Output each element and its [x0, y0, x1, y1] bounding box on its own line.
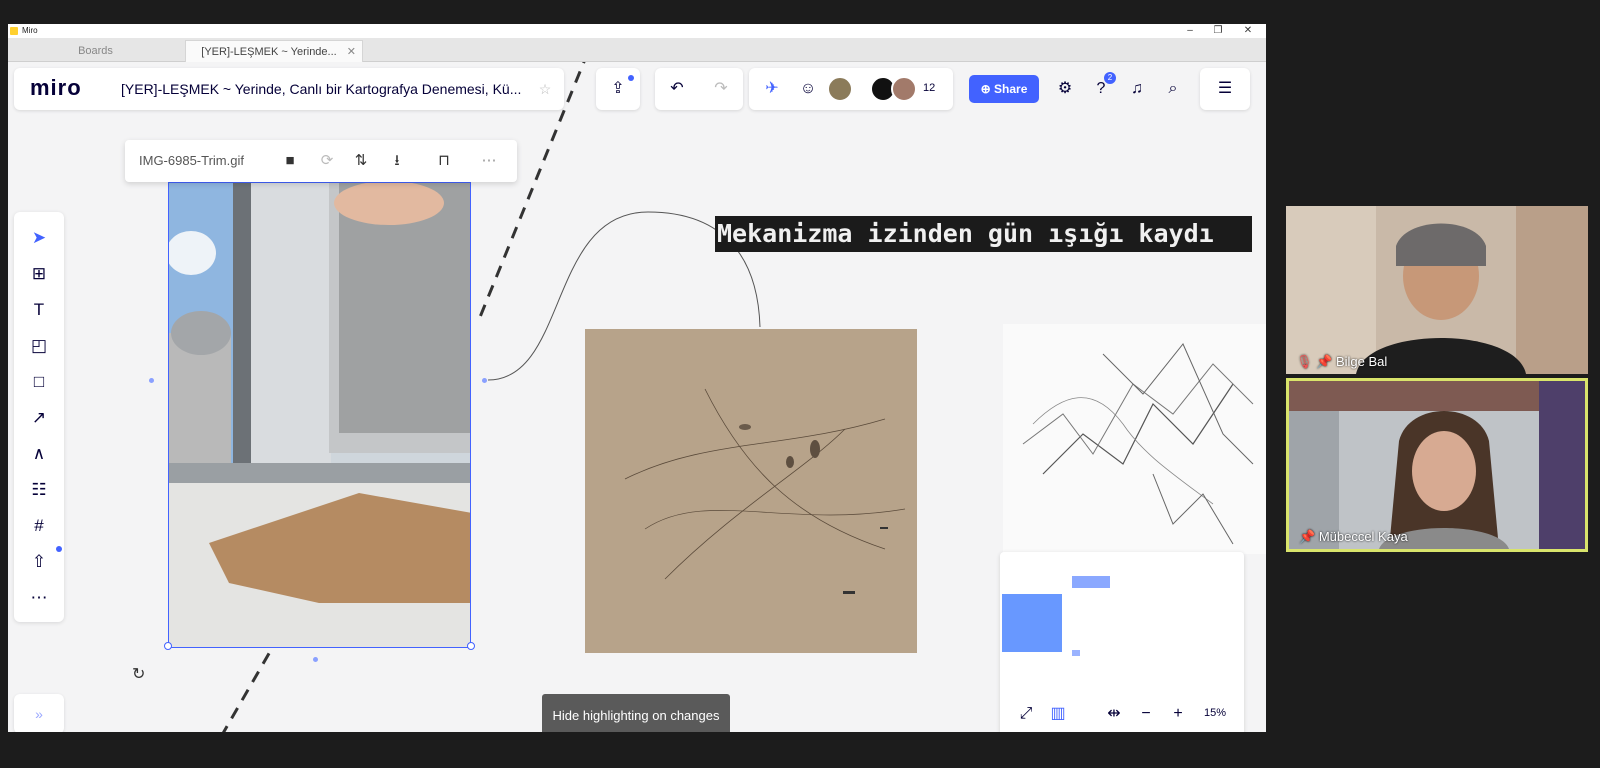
tab-boards[interactable]: Boards	[8, 40, 183, 62]
zoom-in-icon[interactable]: +	[1166, 702, 1190, 726]
window-title: Miro	[22, 26, 38, 35]
minimap[interactable]: ⤢ ▥ ⇹ − + 15%	[1000, 552, 1244, 732]
minimap-element	[1072, 650, 1080, 656]
help-badge: 2	[1104, 72, 1116, 84]
share-button[interactable]: ⊕ Share	[969, 75, 1039, 103]
gif-filename: IMG-6985-Trim.gif	[139, 153, 244, 168]
search-icon[interactable]: ⌕	[1162, 78, 1184, 100]
participant-name: 📌 Mübeccel Kaya	[1299, 529, 1408, 545]
window-photo-image	[169, 183, 470, 647]
invite-icon[interactable]: ☺	[797, 78, 819, 100]
notes-group: ☰	[1200, 68, 1250, 110]
export-group: ⇪	[596, 68, 640, 110]
avatar[interactable]	[891, 76, 917, 102]
minimap-element	[1072, 576, 1110, 588]
pen-tool-icon[interactable]: ∧	[27, 442, 51, 466]
tab-board[interactable]: [YER]-LEŞMEK ~ Yerinde... ✕	[185, 40, 363, 62]
restore-button[interactable]: ❐	[1204, 24, 1232, 38]
shape-tool-icon[interactable]: □	[27, 370, 51, 394]
video-tile[interactable]: 🎙 📌 Bilge Bal	[1286, 206, 1588, 374]
notification-dot	[56, 546, 62, 552]
window-photo[interactable]	[168, 182, 471, 648]
comment-tool-icon[interactable]: ☷	[27, 478, 51, 502]
tab-bar: Boards [YER]-LEŞMEK ~ Yerinde... ✕	[8, 38, 1266, 62]
upload-icon[interactable]: ⇧	[27, 550, 51, 574]
sketch-drawing-image	[1022, 343, 1254, 545]
templates-icon[interactable]: ⊞	[27, 262, 51, 286]
connection-dot[interactable]	[313, 657, 318, 662]
participant-video	[1289, 381, 1585, 549]
paper-drawing[interactable]	[585, 329, 917, 653]
select-tool-icon[interactable]: ➤	[27, 226, 51, 250]
line-tool-icon[interactable]: ↗	[27, 406, 51, 430]
board-name[interactable]: [YER]-LEŞMEK ~ Yerinde, Canlı bir Kartog…	[121, 81, 521, 97]
text-tool-icon[interactable]: T	[27, 298, 51, 322]
export-icon[interactable]: ⇪	[607, 78, 629, 100]
reactions-icon[interactable]: ✈	[761, 78, 783, 100]
board-header: miro [YER]-LEŞMEK ~ Yerinde, Canlı bir K…	[14, 68, 564, 110]
share-label: Share	[994, 82, 1028, 96]
title-bar: Miro – ❐ ✕	[8, 24, 1266, 38]
close-tab-icon[interactable]: ✕	[347, 41, 356, 63]
miro-logo[interactable]: miro	[30, 75, 82, 101]
zoom-out-icon[interactable]: −	[1134, 702, 1158, 726]
participant-name-text: Bilge Bal	[1335, 354, 1388, 369]
expand-panel: »	[14, 694, 64, 732]
settings-icon[interactable]: ⚙	[1054, 78, 1076, 100]
swap-icon[interactable]: ⇅	[349, 149, 373, 173]
connection-dot[interactable]	[149, 378, 154, 383]
miro-window: Miro – ❐ ✕ Boards [YER]-LEŞMEK ~ Yerinde…	[8, 24, 1266, 732]
frame-tool-icon[interactable]: #	[27, 514, 51, 538]
connection-dot[interactable]	[482, 378, 487, 383]
paper-drawing-image	[624, 388, 906, 594]
map-icon[interactable]: ▥	[1046, 702, 1070, 726]
expand-icon[interactable]: »	[28, 703, 50, 725]
download-icon[interactable]: ⭳	[385, 149, 409, 173]
bell-icon[interactable]: ♫	[1126, 78, 1148, 100]
globe-icon: ⊕	[980, 82, 991, 96]
participant-name-text: Mübeccel Kaya	[1318, 529, 1408, 544]
unlock-icon[interactable]: ⊓	[432, 149, 456, 173]
minimize-button[interactable]: –	[1176, 24, 1204, 38]
stop-icon[interactable]: ■	[278, 149, 302, 173]
gif-toolbar: IMG-6985-Trim.gif ■ ⟳ ⇅ ⭳ ⊓ ⋯	[125, 140, 517, 182]
miro-app-icon	[10, 27, 18, 35]
left-toolbar: ➤ ⊞ T ◰ □ ↗ ∧ ☷ # ⇧ ⋯	[14, 212, 64, 622]
more-tools-icon[interactable]: ⋯	[27, 586, 51, 610]
sketch-drawing[interactable]	[1003, 324, 1266, 554]
undo-icon[interactable]: ↶	[666, 78, 688, 100]
fit-to-screen-icon[interactable]: ⇹	[1102, 702, 1126, 726]
board-canvas[interactable]: Mekanizma izinden gün ışığı kaydı ↻ miro…	[8, 62, 1266, 732]
participant-video	[1286, 206, 1588, 374]
board-heading[interactable]: Mekanizma izinden gün ışığı kaydı	[715, 216, 1252, 252]
hide-highlighting-button[interactable]: Hide highlighting on changes	[542, 694, 730, 732]
resize-handle[interactable]	[164, 642, 172, 650]
resize-handle[interactable]	[467, 642, 475, 650]
zoom-level[interactable]: 15%	[1204, 707, 1226, 719]
tab-label: Boards	[78, 45, 113, 57]
collaboration-group: ✈ ☺ 12	[749, 68, 953, 110]
collaborator-count[interactable]: 12	[923, 82, 935, 94]
pin-icon: 📌	[1299, 529, 1316, 544]
rotate-icon[interactable]: ↻	[132, 664, 145, 684]
undo-redo-group: ↶ ↷	[655, 68, 743, 110]
zoom-bar: ⤢ ▥ ⇹ − + 15%	[1000, 702, 1244, 732]
muted-icon: 🎙	[1296, 354, 1313, 369]
star-icon[interactable]: ☆	[534, 78, 556, 100]
redo-icon[interactable]: ↷	[710, 78, 732, 100]
notes-icon[interactable]: ☰	[1214, 78, 1236, 100]
pin-icon: 📌	[1316, 354, 1333, 369]
minimap-viewport[interactable]	[1002, 594, 1062, 652]
notification-dot	[628, 75, 634, 81]
sticky-note-icon[interactable]: ◰	[27, 334, 51, 358]
close-window-button[interactable]: ✕	[1234, 24, 1262, 38]
participant-name: 🎙 📌 Bilge Bal	[1296, 354, 1387, 370]
fullscreen-icon[interactable]: ⤢	[1014, 702, 1038, 726]
avatar[interactable]	[827, 76, 853, 102]
replay-icon[interactable]: ⟳	[315, 149, 339, 173]
active-speaker-tile[interactable]: 📌 Mübeccel Kaya	[1286, 378, 1588, 552]
tab-label: [YER]-LEŞMEK ~ Yerinde...	[201, 46, 337, 58]
more-icon[interactable]: ⋯	[477, 149, 501, 173]
